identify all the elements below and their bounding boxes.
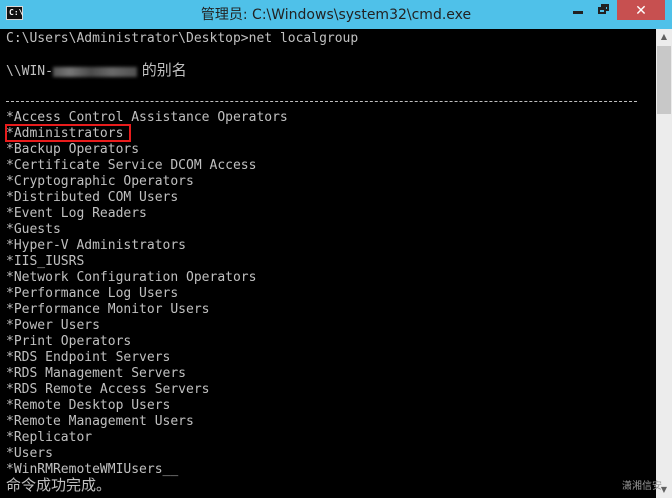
group-item: *Backup Operators <box>6 142 140 157</box>
command-line: C:\Users\Administrator\Desktop>net local… <box>6 31 358 47</box>
group-item: *IIS_IUSRS <box>6 254 85 269</box>
group-item: *Remote Desktop Users <box>6 398 171 413</box>
group-item: *Performance Monitor Users <box>6 302 210 317</box>
group-item: *RDS Endpoint Servers <box>6 350 171 365</box>
group-item: *Certificate Service DCOM Access <box>6 158 257 173</box>
group-item: *Users <box>6 446 53 461</box>
completion-message: 命令成功完成。 <box>6 476 112 494</box>
minimize-button[interactable] <box>565 0 591 20</box>
group-item: *Event Log Readers <box>6 206 147 221</box>
group-item: *Guests <box>6 222 61 237</box>
group-item: *Remote Management Users <box>6 414 194 429</box>
group-item: *RDS Management Servers <box>6 366 187 381</box>
minimize-icon <box>573 11 583 14</box>
watermark: 潇湘信安 <box>622 481 662 492</box>
group-item: *Replicator <box>6 430 93 445</box>
group-item: *Cryptographic Operators <box>6 174 194 189</box>
group-item: *RDS Remote Access Servers <box>6 382 210 397</box>
alias-header: \\WIN- 的别名 <box>6 62 187 80</box>
group-item: *Power Users <box>6 318 100 333</box>
scroll-up-icon[interactable]: ▲ <box>656 29 672 45</box>
group-item: *Performance Log Users <box>6 286 179 301</box>
group-item: *Network Configuration Operators <box>6 270 257 285</box>
group-item: *Distributed COM Users <box>6 190 179 205</box>
title-bar[interactable]: C:\ 管理员: C:\Windows\system32\cmd.exe ✕ <box>0 0 672 29</box>
restore-icon <box>598 7 606 14</box>
vertical-scrollbar[interactable]: ▲ ▼ <box>656 29 672 498</box>
alias-suffix: 的别名 <box>136 61 187 79</box>
prompt: C:\Users\Administrator\Desktop> <box>6 31 249 46</box>
group-item: *Print Operators <box>6 334 132 349</box>
cmd-window: C:\ 管理员: C:\Windows\system32\cmd.exe ✕ C… <box>0 0 672 498</box>
maximize-button[interactable] <box>591 0 617 20</box>
group-item: *Hyper-V Administrators <box>6 238 187 253</box>
scroll-thumb[interactable] <box>657 46 671 114</box>
separator-line <box>6 101 637 102</box>
redacted-hostname <box>52 66 137 77</box>
console-output[interactable]: C:\Users\Administrator\Desktop>net local… <box>0 29 656 498</box>
command-text: net localgroup <box>248 31 359 46</box>
alias-prefix: \\WIN- <box>6 64 53 79</box>
administrators-highlight <box>5 124 131 142</box>
close-button[interactable]: ✕ <box>617 0 665 20</box>
close-icon: ✕ <box>635 3 647 19</box>
